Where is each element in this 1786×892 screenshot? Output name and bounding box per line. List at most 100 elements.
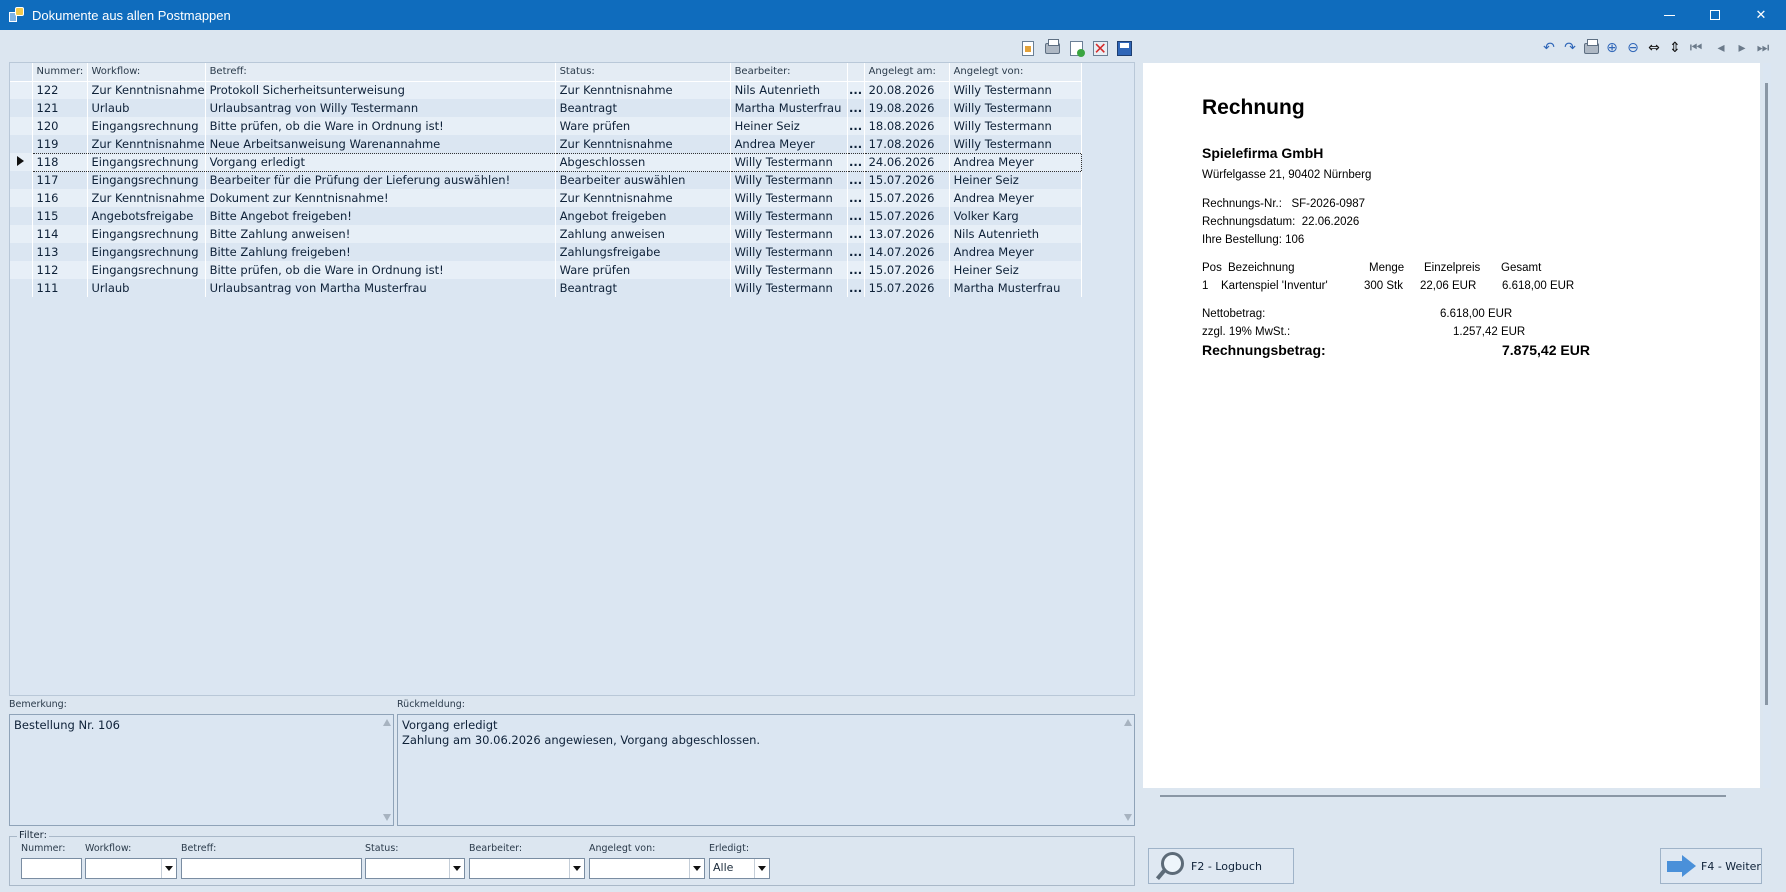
filter-status-label: Status: [365,843,399,854]
col-workflow[interactable]: Workflow: [87,63,206,82]
filter-angelegt-von-select[interactable] [589,858,705,879]
document-grid: Nummer: Workflow: Betreff: Status: Bearb… [9,62,1135,696]
redo-button[interactable]: ↷ [1561,39,1579,57]
row-indicator[interactable] [10,261,33,279]
table-row[interactable]: 121 Urlaub Urlaubsantrag von Willy Testerm… [10,99,1082,117]
filter-betreff-input[interactable] [181,858,362,879]
cell-bearbeiter: Heiner Seiz [730,117,848,135]
row-indicator[interactable] [10,153,33,171]
cell-status: Zur Kenntnisnahme [555,135,731,153]
undo-button[interactable]: ↶ [1540,39,1558,57]
cell-more[interactable]: ... [847,189,865,207]
print-icon [1583,38,1599,54]
col-angelegt-von[interactable]: Angelegt von: [949,63,1082,82]
close-button[interactable]: ✕ [1738,0,1784,30]
preview-netto-label: Nettobetrag: [1202,308,1266,320]
bemerkung-scrollbar[interactable] [381,715,393,825]
preview-horizontal-scrollbar[interactable] [1143,788,1760,802]
preview-print-button[interactable] [1582,38,1600,57]
row-indicator[interactable] [10,225,33,243]
table-row[interactable]: 115 Angebotsfreigabe Bitte Angebot freigeb… [10,207,1082,225]
zoom-in-button[interactable]: ⊕ [1603,39,1621,57]
table-row[interactable]: 116 Zur Kenntnisnahme Dokument zur Kenntni… [10,189,1082,207]
scroll-thumb[interactable] [1160,795,1726,797]
cell-more[interactable]: ... [847,243,865,261]
cell-more[interactable]: ... [847,152,865,172]
cell-more[interactable]: ... [847,279,865,297]
row-indicator[interactable] [10,243,33,261]
cell-more[interactable]: ... [847,117,865,135]
table-row[interactable]: 111 Urlaub Urlaubsantrag von Martha Muster… [10,279,1082,297]
table-row[interactable]: 112 Eingangsrechnung Bitte prüfen, ob die … [10,261,1082,279]
col-nummer[interactable]: Nummer: [32,63,88,82]
row-indicator[interactable] [10,135,33,153]
cell-more[interactable]: ... [847,81,865,99]
preview-col-pos: Pos [1202,262,1222,274]
first-page-button[interactable]: ⏮ [1687,39,1705,57]
row-indicator[interactable] [10,279,33,297]
row-indicator[interactable] [10,81,33,99]
cell-more[interactable]: ... [847,135,865,153]
col-betreff[interactable]: Betreff: [205,63,556,82]
table-row[interactable]: 117 Eingangsrechnung Bearbeiter für die Pr… [10,171,1082,189]
col-angelegt-am[interactable]: Angelegt am: [864,63,950,82]
delete-button[interactable]: ✕ [1091,39,1109,57]
cell-angelegt-am: 15.07.2026 [864,207,950,225]
rueckmeldung-scrollbar[interactable] [1122,715,1134,825]
cell-betreff: Vorgang erledigt [205,152,556,172]
save-icon [1116,40,1132,56]
cell-angelegt-am: 17.08.2026 [864,135,950,153]
maximize-button[interactable] [1692,0,1738,30]
scroll-thumb[interactable] [1765,83,1768,705]
rueckmeldung-textarea[interactable]: Vorgang erledigt Zahlung am 30.06.2026 a… [397,714,1135,826]
table-row[interactable]: 119 Zur Kenntnisnahme Neue Arbeitsanweisun… [10,135,1082,153]
cell-angelegt-am: 19.08.2026 [864,99,950,117]
zoom-out-button[interactable]: ⊖ [1624,39,1642,57]
next-page-button[interactable]: ▸ [1733,39,1751,57]
fit-page-button[interactable]: ⇕ [1666,39,1684,57]
last-page-button[interactable]: ⏭ [1754,39,1772,57]
filter-workflow-select[interactable] [85,858,177,879]
col-bearbeiter[interactable]: Bearbeiter: [730,63,848,82]
filter-bearbeiter-select[interactable] [469,858,585,879]
table-row[interactable]: 114 Eingangsrechnung Bitte Zahlung anweise… [10,225,1082,243]
document-preview[interactable]: Rechnung Spielefirma GmbH Würfelgasse 21… [1143,63,1760,788]
filter-erledigt-select[interactable]: Alle [709,858,770,879]
save-button[interactable] [1115,39,1133,57]
preview-col-bezeichnung: Bezeichnung [1228,262,1295,274]
filter-status-select[interactable] [365,858,465,879]
col-status[interactable]: Status: [555,63,731,82]
cell-more[interactable]: ... [847,225,865,243]
row-indicator[interactable] [10,171,33,189]
cell-angelegt-von: Heiner Seiz [949,171,1082,189]
bemerkung-textarea[interactable]: Bestellung Nr. 106 [9,714,394,826]
cell-more[interactable]: ... [847,207,865,225]
cell-workflow: Urlaub [87,99,206,117]
preview-vertical-scrollbar[interactable] [1763,63,1771,788]
logbuch-button[interactable]: F2 - Logbuch [1148,848,1294,884]
new-document-button[interactable] [1019,39,1037,57]
row-indicator[interactable] [10,207,33,225]
cell-workflow: Eingangsrechnung [87,171,206,189]
table-row[interactable]: 122 Zur Kenntnisnahme Protokoll Sicherheit… [10,81,1082,99]
fit-width-button[interactable]: ⇔ [1645,39,1663,57]
cell-more[interactable]: ... [847,261,865,279]
minimize-button[interactable] [1646,0,1692,30]
cell-more[interactable]: ... [847,171,865,189]
prev-page-button[interactable]: ◂ [1712,39,1730,57]
row-indicator[interactable] [10,99,33,117]
row-indicator[interactable] [10,117,33,135]
table-row[interactable]: 118 Eingangsrechnung Vorgang erledigt Abges… [10,152,1082,172]
table-row[interactable]: 120 Eingangsrechnung Bitte prüfen, ob die … [10,117,1082,135]
cell-betreff: Bitte Zahlung anweisen! [205,225,556,243]
cell-more[interactable]: ... [847,99,865,117]
cell-workflow: Eingangsrechnung [87,152,206,172]
export-button[interactable] [1067,39,1085,57]
weiter-button[interactable]: F4 - Weiter [1660,848,1762,884]
cell-status: Zur Kenntnisnahme [555,189,731,207]
cell-nummer: 120 [32,117,88,135]
table-row[interactable]: 113 Eingangsrechnung Bitte Zahlung freigeb… [10,243,1082,261]
filter-nummer-input[interactable] [21,858,82,879]
row-indicator[interactable] [10,189,33,207]
print-button[interactable] [1043,38,1061,57]
